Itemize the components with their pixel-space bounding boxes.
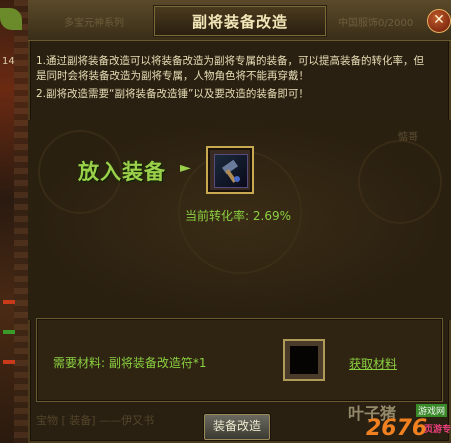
material-slot[interactable]	[283, 339, 325, 381]
material-slot-empty	[290, 346, 318, 374]
bg-decor-strip	[14, 0, 28, 443]
close-icon: ✕	[433, 12, 445, 28]
bg-mp-bar	[3, 330, 15, 334]
title-plate: 副将装备改造	[154, 6, 326, 36]
material-label: 需要材料:	[53, 356, 106, 370]
rate-label: 当前转化率:	[185, 209, 250, 223]
dialog-title: 副将装备改造	[191, 13, 288, 31]
instruction-line: 1.通过副将装备改造可以将装备改造为副将专属的装备，可以提高装备的转化率，但是同…	[36, 55, 425, 82]
bg-ghost-text: 多宝元神系列	[64, 18, 124, 29]
put-equipment-label: 放入装备	[78, 160, 166, 184]
instructions-panel: 1.通过副将装备改造可以将装备改造为副将专属的装备，可以提高装备的转化率，但是同…	[34, 48, 430, 120]
leaf-icon	[0, 8, 22, 30]
conversion-rate: 当前转化率: 2.69%	[148, 207, 328, 224]
bg-exp-bar	[3, 360, 15, 364]
equipment-slot[interactable]	[206, 146, 254, 194]
game-background-left: 14	[0, 0, 28, 443]
title-bar[interactable]: 多宝元神系列 中国服饰0/2000 副将装备改造 ✕	[28, 0, 451, 41]
ornament	[358, 140, 442, 224]
bg-ghost-text: 宝物 [ 装备] ——伊又书	[36, 414, 155, 427]
hammer-icon	[214, 154, 248, 188]
bg-ghost-text: 中国服饰0/2000	[338, 18, 414, 29]
close-button[interactable]: ✕	[427, 9, 451, 33]
watermark-number: 2676	[366, 416, 428, 441]
arrow-right-icon: ►	[180, 160, 191, 176]
material-requirement: 需要材料: 副将装备改造符*1	[53, 354, 207, 371]
equip-modify-button[interactable]: 装备改造	[204, 414, 270, 440]
watermark-logo: 叶子猪 2676 游戏网 页游专区	[348, 398, 451, 442]
bg-ghost-text: 惦哥	[398, 132, 418, 143]
obtain-material-link[interactable]: 获取材料	[349, 355, 397, 372]
material-panel: 需要材料: 副将装备改造符*1 获取材料	[36, 318, 443, 402]
equip-modify-dialog: 多宝元神系列 中国服饰0/2000 副将装备改造 ✕ 1.通过副将装备改造可以将…	[28, 0, 451, 443]
bg-level-number: 14	[2, 56, 15, 67]
instruction-line: 2.副将改造需要“副将装备改造锤”以及要改造的装备即可！	[36, 88, 309, 100]
rate-value: 2.69%	[252, 209, 291, 223]
watermark-subtag: 页游专区	[424, 425, 451, 435]
bg-hp-bar	[3, 300, 15, 304]
watermark-tag: 游戏网	[416, 404, 448, 417]
material-item: 副将装备改造符*1	[108, 356, 207, 370]
